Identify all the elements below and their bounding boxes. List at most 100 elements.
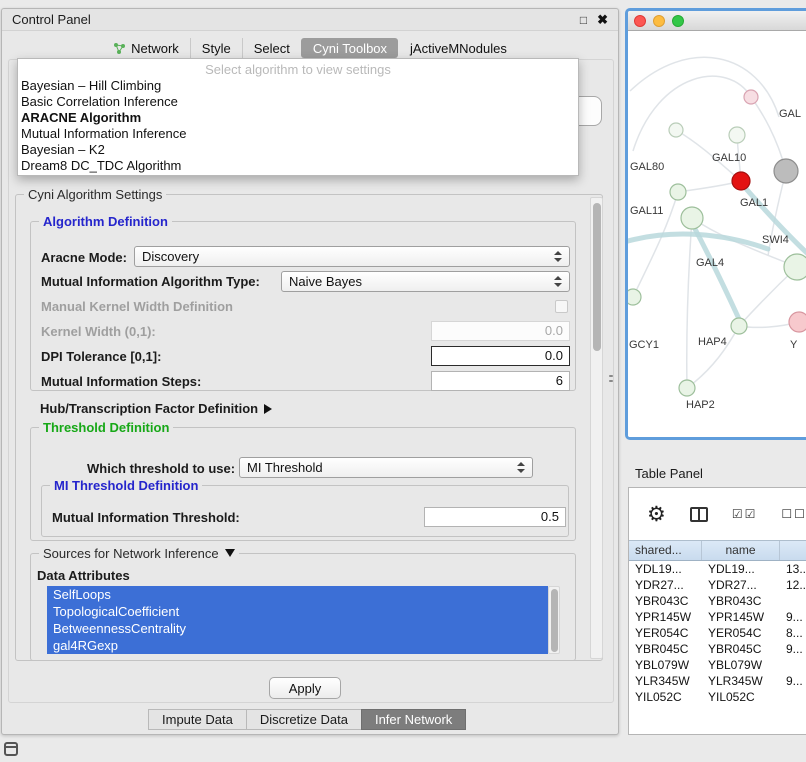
deselect-all-checkboxes-icon[interactable]: ☐☐ — [781, 507, 806, 521]
window-title: Control Panel — [12, 12, 91, 27]
network-node[interactable] — [628, 289, 641, 305]
apply-button[interactable]: Apply — [269, 677, 341, 699]
tab-discretize-data[interactable]: Discretize Data — [246, 709, 362, 730]
attribute-list-scrollbar[interactable] — [548, 586, 560, 654]
data-attributes-label: Data Attributes — [37, 568, 130, 584]
algorithm-option[interactable]: Basic Correlation Inference — [18, 94, 578, 110]
network-node[interactable] — [669, 123, 683, 137]
algorithm-option[interactable]: Bayesian – Hill Climbing — [18, 78, 578, 94]
column-header-cut[interactable] — [780, 541, 806, 560]
close-window-icon[interactable]: ✖ — [597, 14, 608, 26]
algorithm-option-selected[interactable]: ARACNE Algorithm — [18, 110, 578, 126]
network-node[interactable] — [729, 127, 745, 143]
control-panel-tab-bar: Network Style Select Cyni Toolbox jActiv… — [2, 37, 618, 59]
manual-kernel-label: Manual Kernel Width Definition — [41, 299, 233, 315]
group-title: Threshold Definition — [39, 420, 173, 435]
network-node[interactable] — [670, 184, 686, 200]
group-title: MI Threshold Definition — [50, 478, 202, 493]
group-title: Cyni Algorithm Settings — [24, 187, 166, 202]
tab-style[interactable]: Style — [190, 38, 242, 58]
hub-tf-definition-toggle[interactable]: Hub/Transcription Factor Definition — [40, 401, 272, 417]
network-icon — [113, 42, 126, 55]
panel-toggle-icon[interactable] — [4, 742, 18, 756]
column-header-name[interactable]: name — [702, 541, 780, 560]
network-node[interactable] — [681, 207, 703, 229]
network-node-label: HAP4 — [698, 336, 727, 348]
tab-select[interactable]: Select — [242, 38, 301, 58]
network-window-titlebar[interactable] — [628, 11, 806, 31]
aracne-mode-select[interactable]: Discovery — [134, 246, 570, 267]
chevron-down-icon — [225, 549, 235, 557]
selected-value: Naive Bayes — [289, 274, 362, 289]
algorithm-option[interactable]: Bayesian – K2 — [18, 142, 578, 158]
network-node[interactable] — [774, 159, 798, 183]
table-row[interactable]: YER054CYER054C8... — [629, 625, 806, 641]
tab-impute-data[interactable]: Impute Data — [148, 709, 247, 730]
network-view-window: GAL80 GAL10 GAL GAL11 GAL1 SWI4 GAL4 GCY… — [625, 8, 806, 440]
gear-icon[interactable]: ⚙ — [647, 504, 666, 525]
settings-scrollbar[interactable] — [590, 197, 603, 659]
chevron-right-icon — [264, 404, 272, 414]
combo-arrows-icon — [554, 250, 562, 263]
close-traffic-light-icon[interactable] — [634, 15, 646, 27]
table-row[interactable]: YBR045CYBR045C9... — [629, 641, 806, 657]
algorithm-dropdown-popup: Select algorithm to view settings Bayesi… — [17, 58, 579, 176]
network-node[interactable] — [731, 318, 747, 334]
tab-infer-network[interactable]: Infer Network — [361, 709, 466, 730]
network-node[interactable] — [789, 312, 806, 332]
manual-kernel-checkbox — [555, 300, 568, 313]
network-canvas[interactable]: GAL80 GAL10 GAL GAL11 GAL1 SWI4 GAL4 GCY… — [628, 31, 806, 437]
algorithm-option[interactable]: Mutual Information Inference — [18, 126, 578, 142]
column-header-shared-name[interactable]: shared... — [629, 541, 702, 560]
select-all-checkboxes-icon[interactable]: ☑☑ — [732, 507, 758, 521]
panel-splitter-handle[interactable] — [608, 369, 614, 387]
network-node-label: HAP2 — [686, 399, 715, 411]
which-threshold-select[interactable]: MI Threshold — [239, 457, 533, 478]
sources-toggle[interactable]: Sources for Network Inference — [39, 546, 239, 561]
algorithm-option[interactable]: Dream8 DC_TDC Algorithm — [18, 158, 578, 174]
table-row[interactable]: YDL19...YDL19...13... — [629, 561, 806, 577]
network-node-label: GAL80 — [630, 161, 664, 173]
table-row[interactable]: YDR27...YDR27...12... — [629, 577, 806, 593]
table-row[interactable]: YIL052CYIL052C — [629, 689, 806, 705]
table-header: shared... name — [629, 540, 806, 561]
mi-threshold-field[interactable]: 0.5 — [424, 507, 566, 527]
window-controls: □ ✖ — [580, 14, 608, 26]
tab-cyni-toolbox[interactable]: Cyni Toolbox — [301, 38, 398, 58]
dropdown-prompt: Select algorithm to view settings — [18, 61, 578, 78]
dpi-tolerance-field[interactable]: 0.0 — [431, 346, 570, 366]
tab-label: Cyni Toolbox — [313, 41, 387, 56]
table-row[interactable]: YBL079WYBL079W — [629, 657, 806, 673]
sources-group: Sources for Network Inference Data Attri… — [30, 553, 576, 661]
mi-threshold-definition-group: MI Threshold Definition Mutual Informati… — [41, 485, 569, 537]
cyni-algorithm-settings-group: Cyni Algorithm Settings Algorithm Defini… — [15, 194, 603, 661]
attribute-item-selected[interactable]: SelfLoops — [47, 586, 548, 603]
zoom-traffic-light-icon[interactable] — [672, 15, 684, 27]
network-node[interactable] — [784, 254, 806, 280]
tab-jactivemnodules[interactable]: jActiveMNodules — [398, 38, 518, 58]
network-node[interactable] — [744, 90, 758, 104]
desktop: Control Panel □ ✖ Network Style Select C… — [0, 0, 806, 762]
mi-type-select[interactable]: Naive Bayes — [281, 271, 570, 292]
tab-network[interactable]: Network — [102, 38, 190, 58]
network-node[interactable] — [679, 380, 695, 396]
table-panel: ⚙ ☑☑ ☐☐ shared... name YDL19...YDL19...1… — [628, 487, 806, 735]
minimize-traffic-light-icon[interactable] — [653, 15, 665, 27]
bottom-tab-bar: Impute Data Discretize Data Infer Networ… — [148, 709, 466, 730]
attribute-item-selected[interactable]: BetweennessCentrality — [47, 620, 548, 637]
which-threshold-label: Which threshold to use: — [87, 461, 235, 477]
table-panel-title: Table Panel — [635, 466, 703, 481]
table-row[interactable]: YPR145WYPR145W9... — [629, 609, 806, 625]
attribute-item-selected[interactable]: TopologicalCoefficient — [47, 603, 548, 620]
table-row[interactable]: YBR043CYBR043C — [629, 593, 806, 609]
network-node-label: GAL10 — [712, 152, 746, 164]
attribute-item-selected[interactable]: gal4RGexp — [47, 637, 548, 654]
float-window-icon[interactable]: □ — [580, 14, 587, 26]
algorithm-definition-group: Algorithm Definition Aracne Mode: Discov… — [30, 221, 576, 391]
columns-icon[interactable] — [690, 507, 708, 522]
network-node-selected[interactable] — [732, 172, 750, 190]
hub-tf-label: Hub/Transcription Factor Definition — [40, 401, 258, 416]
mi-steps-field[interactable]: 6 — [431, 371, 570, 391]
control-panel-titlebar[interactable]: Control Panel □ ✖ — [2, 9, 618, 31]
table-row[interactable]: YLR345WYLR345W9... — [629, 673, 806, 689]
